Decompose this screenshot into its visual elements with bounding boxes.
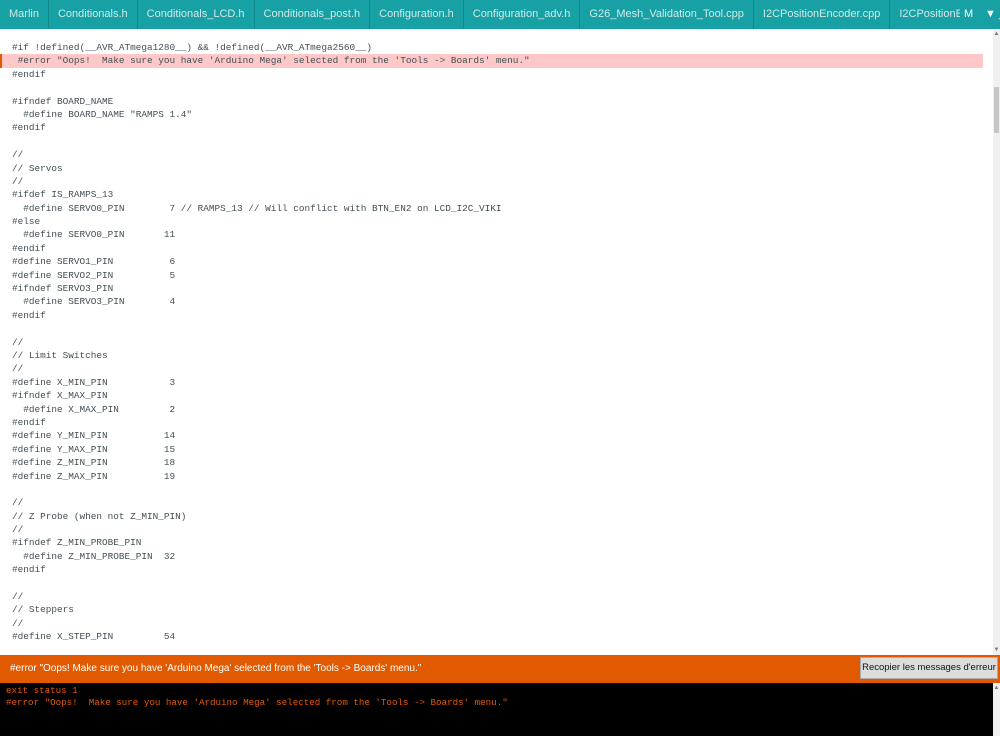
code-line: // Limit Switches: [12, 349, 108, 361]
code-line: #define SERVO0_PIN 7 // RAMPS_13 // Will…: [12, 202, 502, 214]
code-line: #else: [12, 216, 41, 228]
code-line: #define SERVO3_PIN 4: [12, 296, 176, 308]
scroll-up-arrow-icon[interactable]: ▲: [993, 31, 1000, 37]
code-line: #if !defined(__AVR_ATmega1280__) && !def…: [12, 42, 373, 53]
code-editor[interactable]: #if !defined(__AVR_ATmega1280__) && !def…: [0, 29, 993, 655]
code-line: //: [12, 617, 24, 629]
tab-marlin[interactable]: Marlin: [0, 0, 49, 29]
code-line: #define SERVO1_PIN 6: [12, 256, 176, 268]
tab-conditionals-lcd-h[interactable]: Conditionals_LCD.h: [138, 0, 255, 29]
code-line: #endif: [12, 122, 46, 134]
code-line: // Z Probe (when not Z_MIN_PIN): [12, 510, 187, 522]
console-scrollbar[interactable]: ▲: [993, 683, 1000, 736]
code-line: #endif: [12, 309, 46, 321]
console-line: exit status 1: [6, 685, 78, 696]
code-line: #ifdef IS_RAMPS_13: [12, 189, 114, 201]
code-line: #ifndef Z_MIN_PROBE_PIN: [12, 537, 142, 549]
tab-overflow-menu[interactable]: M ▼ _F: [960, 0, 1000, 29]
code-line: //: [12, 497, 24, 509]
error-highlighted-line: #error "Oops! Make sure you have 'Arduin…: [0, 54, 983, 68]
tab-conditionals-h[interactable]: Conditionals.h: [49, 0, 138, 29]
console-scroll-up-arrow-icon[interactable]: ▲: [993, 685, 1000, 691]
console-line: #error "Oops! Make sure you have 'Arduin…: [6, 697, 508, 708]
code-line: //: [12, 175, 24, 187]
tab-configuration-h[interactable]: Configuration.h: [370, 0, 464, 29]
code-line: #ifndef X_MAX_PIN: [12, 390, 108, 402]
code-line: //: [12, 363, 24, 375]
code-line: #define Z_MIN_PROBE_PIN 32: [12, 550, 176, 562]
code-line: #endif: [12, 68, 46, 80]
code-line: //: [12, 149, 24, 161]
code-area[interactable]: #if !defined(__AVR_ATmega1280__) && !def…: [0, 41, 993, 644]
code-line: //: [12, 336, 24, 348]
code-line: #endif: [12, 416, 46, 428]
code-line: #define Z_MAX_PIN 19: [12, 470, 176, 482]
code-line: //: [12, 591, 24, 603]
code-line: #ifndef BOARD_NAME: [12, 95, 114, 107]
copy-error-messages-button[interactable]: Recopier les messages d'erreur: [860, 657, 998, 679]
editor-scrollbar[interactable]: ▲ ▼: [993, 29, 1000, 655]
tab-conditionals-post-h[interactable]: Conditionals_post.h: [255, 0, 371, 29]
code-line: #ifndef SERVO3_PIN: [12, 283, 114, 295]
tab-configuration-adv-h[interactable]: Configuration_adv.h: [464, 0, 581, 29]
code-line: #define SERVO0_PIN 11: [12, 229, 176, 241]
code-line: //: [12, 524, 24, 536]
code-line: #define Z_MIN_PIN 18: [12, 457, 176, 469]
error-status-bar: #error "Oops! Make sure you have 'Arduin…: [0, 655, 1000, 683]
tab-list: Marlin Conditionals.h Conditionals_LCD.h Co…: [0, 0, 1000, 29]
code-line: #endif: [12, 242, 46, 254]
code-line: #define SERVO2_PIN 5: [12, 269, 176, 281]
code-line: #endif: [12, 564, 46, 576]
code-line: // Servos: [12, 162, 63, 174]
scrollbar-thumb[interactable]: [994, 87, 999, 133]
code-line: #define X_MAX_PIN 2: [12, 403, 176, 415]
console-output[interactable]: exit status 1 #error "Oops! Make sure you…: [0, 683, 993, 736]
code-line: #define Y_MIN_PIN 14: [12, 430, 176, 442]
code-line: #define X_STEP_PIN 54: [12, 631, 176, 643]
code-line: #define BOARD_NAME "RAMPS 1.4": [12, 108, 193, 120]
code-line: #define Y_MAX_PIN 15: [12, 443, 176, 455]
tab-bar: Marlin Conditionals.h Conditionals_LCD.h Co…: [0, 0, 1000, 29]
scroll-down-arrow-icon[interactable]: ▼: [993, 647, 1000, 653]
code-line: // Steppers: [12, 604, 74, 616]
code-line: #define X_MIN_PIN 3: [12, 376, 176, 388]
tab-g26-mesh-validation-tool-cpp[interactable]: G26_Mesh_Validation_Tool.cpp: [580, 0, 754, 29]
tab-i2cpositionencoder-cpp[interactable]: I2CPositionEncoder.cpp: [754, 0, 891, 29]
status-message: #error "Oops! Make sure you have 'Arduin…: [10, 663, 422, 674]
